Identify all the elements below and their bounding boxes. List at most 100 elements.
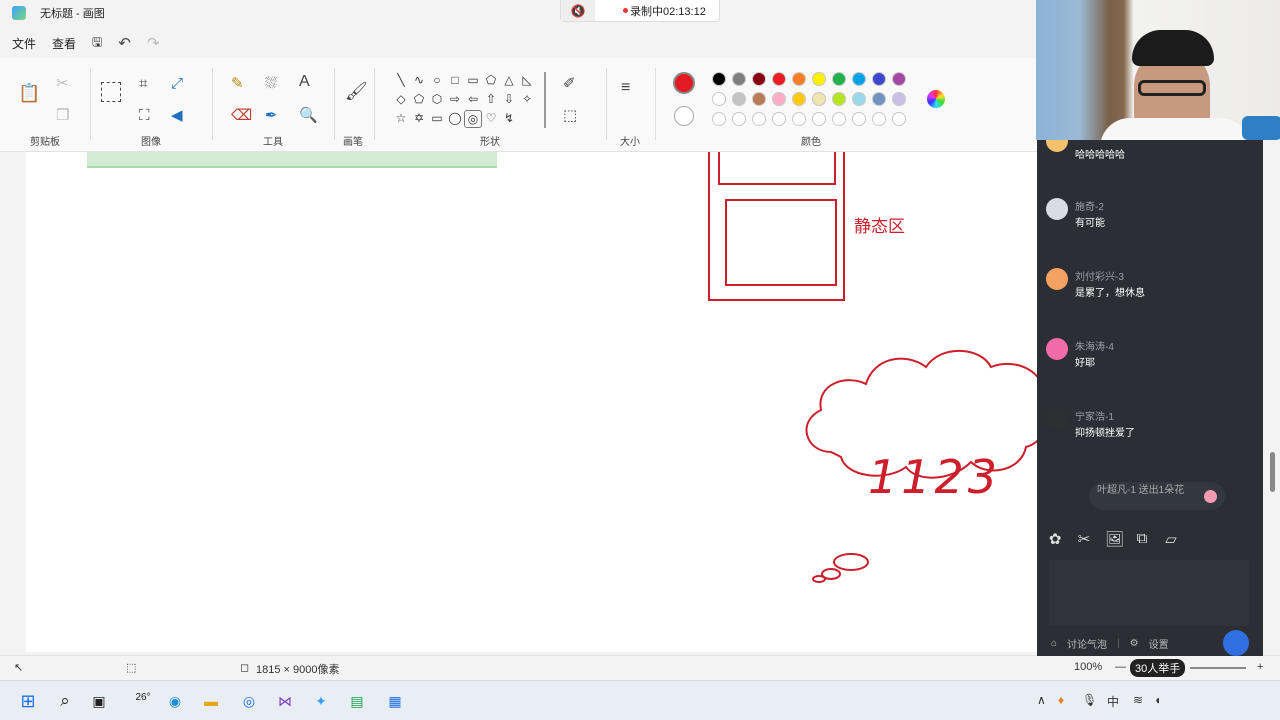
- wifi-icon[interactable]: ≋: [1133, 693, 1143, 707]
- screenshot-scissors-icon[interactable]: ✂: [1076, 530, 1092, 548]
- drawing-canvas[interactable]: 静态区 1123: [26, 152, 1040, 652]
- fill-style-icon[interactable]: ⬚: [563, 108, 577, 123]
- avatar[interactable]: [1046, 408, 1068, 430]
- chat-scrollbar[interactable]: [1270, 452, 1275, 492]
- avatar[interactable]: [1046, 140, 1068, 152]
- color-swatch[interactable]: [712, 92, 726, 106]
- color-swatch[interactable]: [852, 72, 866, 86]
- speaker-muted-icon[interactable]: 🔇: [561, 0, 595, 21]
- edge-browser-icon[interactable]: ◉: [162, 688, 188, 714]
- line-size-icon[interactable]: ≡: [621, 80, 630, 96]
- shape-option[interactable]: ▭: [428, 110, 446, 128]
- shapes-scrollbar[interactable]: [544, 72, 546, 128]
- image-icon[interactable]: 🖼: [1105, 530, 1124, 548]
- shape-option[interactable]: ╲: [392, 72, 410, 88]
- shape-option[interactable]: ▭: [464, 72, 482, 88]
- brush-icon[interactable]: 🖌: [345, 82, 368, 100]
- microphone-icon[interactable]: 🎙: [1082, 693, 1097, 707]
- pencil-icon[interactable]: ✎: [231, 76, 244, 91]
- color-picker-icon[interactable]: ✒: [265, 108, 278, 123]
- color-swatch[interactable]: [732, 112, 746, 126]
- avatar[interactable]: [1046, 338, 1068, 360]
- shape-option[interactable]: ✧: [518, 91, 536, 107]
- color-swatch[interactable]: [792, 92, 806, 106]
- discussion-bubble-button[interactable]: 讨论气泡: [1067, 636, 1107, 651]
- shape-option[interactable]: ⬡: [428, 91, 446, 107]
- color-swatch[interactable]: [812, 112, 826, 126]
- color-swatch[interactable]: [832, 72, 846, 86]
- color-swatch[interactable]: [772, 92, 786, 106]
- color-swatch[interactable]: [732, 92, 746, 106]
- shape-option[interactable]: ∿: [410, 72, 428, 88]
- fill-icon[interactable]: ⛆: [265, 76, 277, 91]
- recording-indicator[interactable]: 🔇 录制中02:13:12: [560, 0, 720, 22]
- save-icon[interactable]: 🖫: [92, 33, 102, 54]
- paste-icon[interactable]: 📋: [18, 84, 40, 102]
- settings-button[interactable]: 设置: [1149, 636, 1169, 651]
- speech-bubble-icon[interactable]: ▱: [1163, 530, 1179, 548]
- shape-option[interactable]: ○: [428, 72, 446, 88]
- eraser-icon[interactable]: ⌫: [231, 108, 252, 123]
- recording-app-icon[interactable]: ◎: [236, 688, 262, 714]
- image-select-icon[interactable]: ⛶: [139, 108, 150, 123]
- select-icon[interactable]: [101, 82, 121, 102]
- color-swatch[interactable]: [832, 112, 846, 126]
- bubble-icon[interactable]: ⌂: [1051, 638, 1057, 649]
- color-swatch[interactable]: [752, 92, 766, 106]
- avatar[interactable]: [1046, 198, 1068, 220]
- color-swatch[interactable]: [872, 92, 886, 106]
- shape-option[interactable]: △: [500, 72, 518, 88]
- start-button[interactable]: ⊞: [15, 688, 41, 714]
- edit-colors-icon[interactable]: [927, 90, 945, 108]
- color-swatch[interactable]: [792, 112, 806, 126]
- color-swatch[interactable]: [752, 72, 766, 86]
- text-icon[interactable]: A: [299, 74, 310, 90]
- image-search-icon[interactable]: ⧉: [1134, 530, 1150, 548]
- task-view-icon[interactable]: ▣: [86, 688, 112, 714]
- float-action-button[interactable]: [1223, 630, 1249, 656]
- flower-gift-icon[interactable]: ✿: [1047, 530, 1063, 548]
- cut-icon[interactable]: ✂: [56, 76, 69, 91]
- shape-option[interactable]: ⬠: [410, 91, 428, 107]
- shape-option[interactable]: ⬠: [482, 72, 500, 88]
- color-swatch[interactable]: [712, 72, 726, 86]
- color-swatch[interactable]: [772, 72, 786, 86]
- zoom-in-button[interactable]: +: [1257, 661, 1263, 673]
- tray-app-icon[interactable]: ♦: [1058, 693, 1064, 707]
- color-swatch[interactable]: [872, 112, 886, 126]
- color-swatch[interactable]: [732, 72, 746, 86]
- search-icon[interactable]: ⌕: [52, 688, 78, 714]
- color-swatch[interactable]: [892, 72, 906, 86]
- shape-option[interactable]: ✡: [410, 110, 428, 128]
- color-swatch[interactable]: [892, 112, 906, 126]
- color-swatch[interactable]: [892, 92, 906, 106]
- color-swatch[interactable]: [832, 92, 846, 106]
- magnifier-icon[interactable]: 🔍: [299, 108, 318, 123]
- copy-icon[interactable]: ❐: [56, 108, 69, 123]
- primary-color-swatch[interactable]: [673, 72, 695, 94]
- chat-input[interactable]: [1049, 560, 1249, 626]
- crop-icon[interactable]: ⌗: [139, 76, 147, 91]
- shape-option[interactable]: ☆: [392, 110, 410, 128]
- input-method-indicator[interactable]: 中: [1107, 693, 1119, 710]
- color-swatch[interactable]: [792, 72, 806, 86]
- shape-option[interactable]: ◺: [518, 72, 536, 88]
- secondary-color-swatch[interactable]: [674, 106, 694, 126]
- rotate-icon[interactable]: ◀: [171, 108, 183, 123]
- shape-option[interactable]: ↯: [500, 110, 518, 128]
- tray-overflow-icon[interactable]: ∧: [1037, 693, 1046, 707]
- redo-icon[interactable]: ↷: [147, 34, 160, 52]
- color-swatch[interactable]: [772, 112, 786, 126]
- outline-icon[interactable]: ✐: [563, 76, 576, 91]
- raise-hand-count[interactable]: 30人举手: [1130, 659, 1186, 677]
- shape-option[interactable]: ⇨: [446, 91, 464, 107]
- shape-option[interactable]: ◎: [464, 110, 482, 128]
- shape-option[interactable]: □: [446, 72, 464, 88]
- undo-icon[interactable]: ↶: [118, 34, 131, 52]
- avatar[interactable]: [1046, 268, 1068, 290]
- volume-icon[interactable]: ◖: [1154, 693, 1161, 707]
- chart-app-icon[interactable]: ▦: [382, 688, 408, 714]
- color-swatch[interactable]: [812, 92, 826, 106]
- color-swatch[interactable]: [852, 112, 866, 126]
- shape-option[interactable]: ♡: [482, 110, 500, 128]
